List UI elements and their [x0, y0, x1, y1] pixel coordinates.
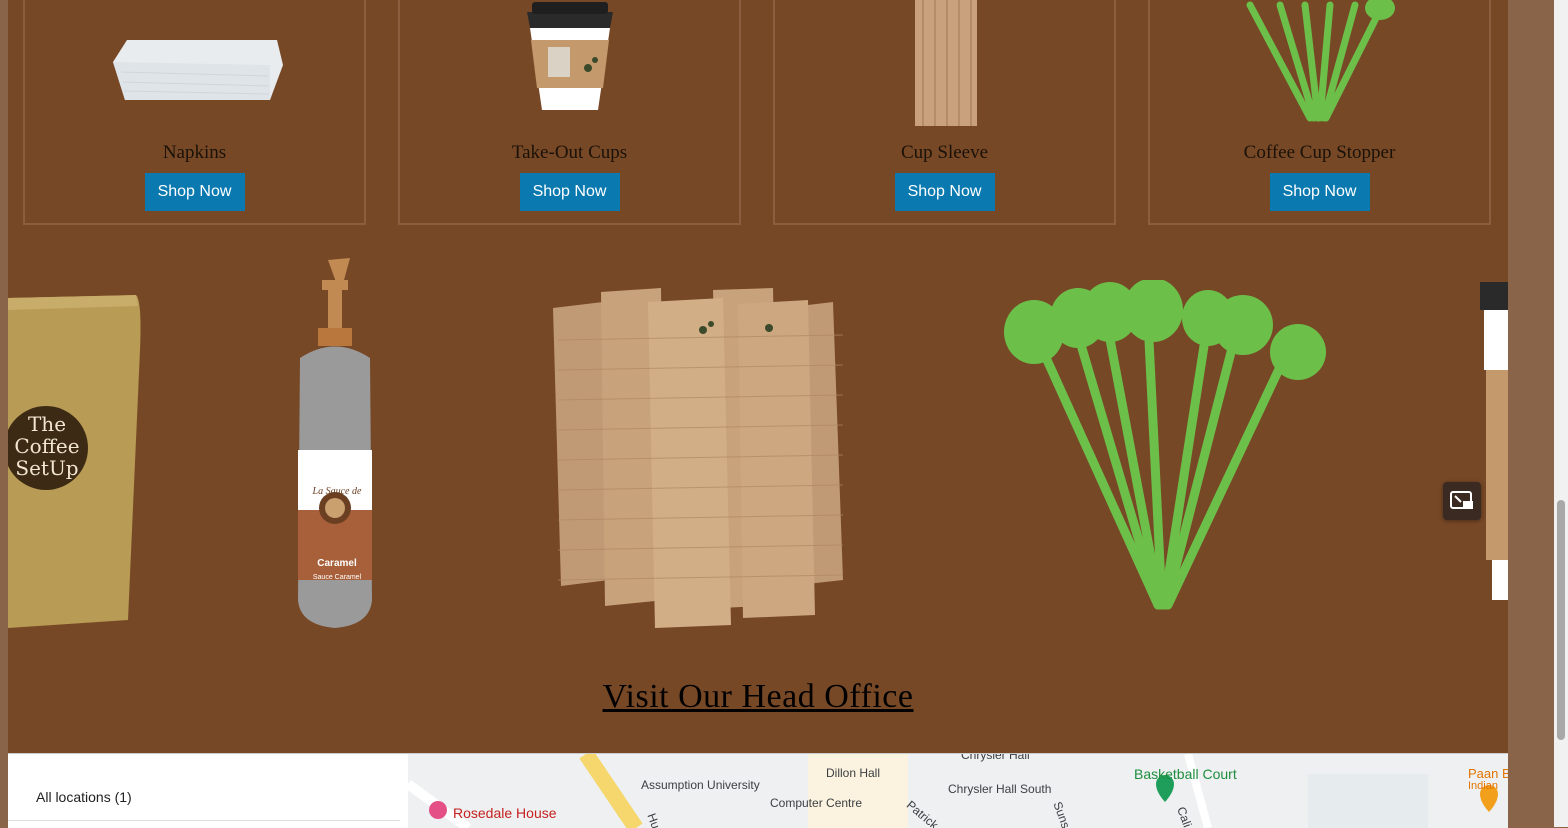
bottle-flavor: Caramel — [317, 558, 357, 569]
bottle-subtitle: Sauce Caramel — [312, 574, 362, 581]
green-stoppers-image — [1004, 280, 1326, 610]
browser-scrollbar — [1508, 0, 1568, 827]
bottle-brand: La Sauce de — [312, 486, 362, 497]
map-label: Chrysler Hall — [961, 753, 1030, 762]
shop-now-button[interactable]: Shop Now — [519, 173, 620, 211]
partial-cup-image — [1480, 282, 1508, 600]
shop-now-button[interactable]: Shop Now — [1269, 173, 1370, 211]
map-label: Paan B — [1468, 766, 1508, 781]
bag-text-line: The — [27, 412, 67, 436]
map-label: Dillon Hall — [826, 766, 881, 780]
locations-panel: All locations (1) — [8, 754, 408, 828]
map-canvas[interactable]: Chrysler Hall Dillon Hall Assumption Uni… — [408, 754, 1508, 828]
cup-sleeves-image — [553, 288, 844, 628]
product-title: Take-Out Cups — [511, 142, 628, 163]
head-office-heading[interactable]: Visit Our Head Office — [8, 678, 1508, 716]
page-content: Napkins Shop Now Take-Out Cups Shop Now … — [8, 0, 1508, 827]
coffee-cup-stopper-image — [1246, 0, 1395, 122]
coffee-bag-label: The Coffee SetUp — [12, 413, 82, 479]
shop-now-button[interactable]: Shop Now — [144, 173, 245, 211]
divider — [8, 820, 400, 821]
map-label: Rosedale House — [453, 805, 557, 821]
take-out-cup-image — [527, 2, 613, 110]
cup-sleeve-image — [915, 0, 977, 126]
bag-text-line: Coffee — [14, 434, 80, 458]
product-title: Coffee Cup Stopper — [1243, 142, 1396, 163]
product-title: Cup Sleeve — [900, 142, 989, 163]
map-widget: All locations (1) Chrysler Hall Dillon H… — [8, 753, 1508, 828]
map-label: Assumption University — [641, 778, 760, 792]
map-label: Computer Centre — [770, 796, 863, 810]
map-label: Chrysler Hall South — [948, 782, 1052, 796]
map-label: Basketball Court — [1134, 766, 1237, 782]
shop-now-button[interactable]: Shop Now — [894, 173, 995, 211]
product-carousel[interactable]: The Coffee SetUp La Sauce de Caramel Sau… — [8, 240, 1508, 640]
product-card-coffee-cup-stopper: Coffee Cup Stopper Shop Now — [1148, 0, 1491, 225]
napkins-image — [113, 40, 283, 100]
picture-in-picture-icon — [1450, 491, 1473, 509]
product-card-take-out-cups: Take-Out Cups Shop Now — [398, 0, 741, 225]
all-locations-label[interactable]: All locations (1) — [36, 789, 132, 805]
map-label: Indian — [1468, 780, 1498, 792]
product-card-napkins: Napkins Shop Now — [23, 0, 366, 225]
scrollbar-thumb[interactable] — [1554, 0, 1568, 827]
product-card-cup-sleeve: Cup Sleeve Shop Now — [773, 0, 1116, 225]
picture-in-picture-button[interactable] — [1443, 482, 1481, 520]
product-title: Napkins — [162, 142, 227, 163]
bag-text-line: SetUp — [15, 456, 79, 480]
